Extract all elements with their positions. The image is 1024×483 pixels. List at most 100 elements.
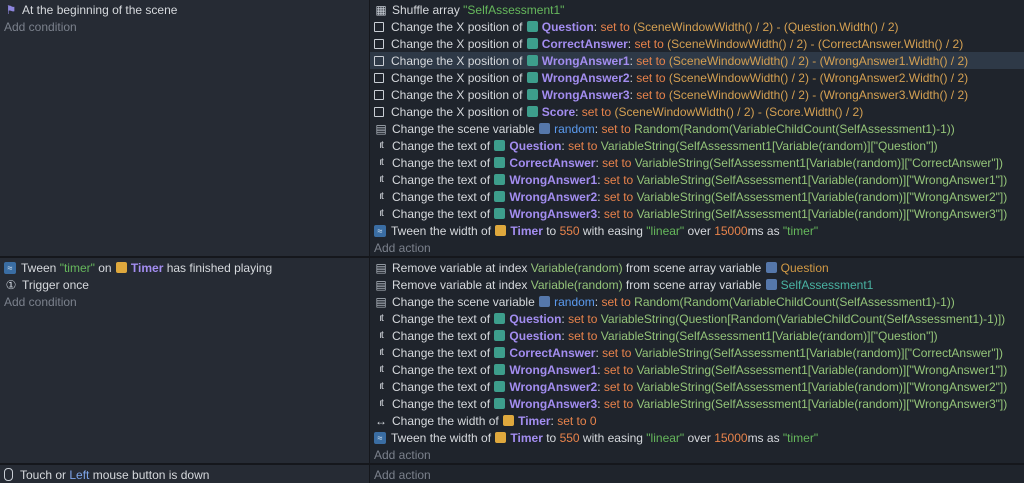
tween-icon: ≈ [374, 431, 386, 444]
action-set-timer-width-0[interactable]: ↔ Change the width of Timer: set to 0 [370, 412, 1024, 429]
text-segment: 15000 [714, 430, 748, 445]
text-segment: set to [602, 155, 635, 170]
text-segment: Tween [21, 260, 60, 275]
add-action-link[interactable]: Add action [370, 446, 1024, 463]
text-segment: VariableString(Question[Random(VariableC… [600, 311, 1006, 326]
text-segment: WrongAnswer2 [509, 189, 598, 204]
text-segment: set to [636, 70, 669, 85]
tween-icon: ≈ [374, 224, 386, 237]
action-text-question[interactable]: ıt Change the text of Question: set to Va… [370, 327, 1024, 344]
text-segment: : [561, 138, 569, 153]
action-text-wronganswer2[interactable]: ıt Change the text of WrongAnswer2: set t… [370, 188, 1024, 205]
text-segment: set to [603, 206, 637, 221]
action-x-wronganswer2[interactable]: Change the X position of WrongAnswer2: s… [370, 69, 1024, 86]
add-action-link[interactable]: Add action [370, 239, 1024, 256]
text-segment: Change the scene variable [392, 121, 539, 136]
text-segment: Trigger once [22, 277, 89, 292]
text-segment: : [593, 19, 601, 34]
text-segment: Timer [510, 430, 543, 445]
text-segment: Change the X position of [391, 70, 526, 85]
action-x-score[interactable]: Change the X position of Score: set to (… [370, 103, 1024, 120]
action-text-question-from-question-array[interactable]: ıt Change the text of Question: set to Va… [370, 310, 1024, 327]
condition-tween-finished[interactable]: ≈ Tween "timer" on Timer has finished pla… [0, 259, 369, 276]
action-x-wronganswer3[interactable]: Change the X position of WrongAnswer3: s… [370, 86, 1024, 103]
text-segment: from scene array variable [622, 260, 765, 275]
action-text-wronganswer3[interactable]: ıt Change the text of WrongAnswer3: set t… [370, 205, 1024, 222]
action-text-correctanswer[interactable]: ıt Change the text of CorrectAnswer: set … [370, 154, 1024, 171]
text-object-icon [526, 55, 538, 66]
text-segment: : [594, 294, 602, 309]
width-icon: ↔ [375, 413, 387, 428]
text-segment: Timer [130, 260, 164, 275]
change-text-icon: ıt [379, 207, 384, 219]
text-segment: Random(Random(VariableChildCount(SelfAss… [634, 121, 955, 136]
change-text-icon: ıt [379, 312, 384, 324]
action-x-wronganswer1[interactable]: Change the X position of WrongAnswer1: s… [370, 52, 1024, 69]
action-remove-selfassessment1-index[interactable]: ▤ Remove variable at index Variable(rando… [370, 276, 1024, 293]
x-position-icon [374, 38, 384, 49]
text-segment: WrongAnswer3 [509, 396, 598, 411]
text-segment: Change the text of [392, 172, 494, 187]
event-2: ≈ Tween "timer" on Timer has finished pla… [0, 258, 1024, 463]
text-segment: VariableString(SelfAssessment1[Variable(… [636, 396, 1008, 411]
action-set-random[interactable]: ▤ Change the scene variable random: set t… [370, 293, 1024, 310]
change-text-icon: ıt [379, 173, 384, 185]
text-segment: from scene array variable [622, 277, 765, 292]
action-text-correctanswer[interactable]: ıt Change the text of CorrectAnswer: set … [370, 344, 1024, 361]
text-segment: WrongAnswer3 [509, 206, 598, 221]
text-segment: set to [581, 104, 615, 119]
text-segment: Change the X position of [391, 36, 526, 51]
text-object-icon [494, 208, 506, 219]
text-segment: set to [568, 328, 601, 343]
text-segment: CorrectAnswer [509, 345, 596, 360]
action-text-wronganswer2[interactable]: ıt Change the text of WrongAnswer2: set t… [370, 378, 1024, 395]
action-tween-timer-width[interactable]: ≈ Tween the width of Timer to 550 with ea… [370, 429, 1024, 446]
text-segment: WrongAnswer1 [541, 53, 630, 68]
add-condition-link[interactable]: Add condition [0, 18, 369, 35]
condition-trigger-once[interactable]: ① Trigger once [0, 276, 369, 293]
variable-badge-icon [539, 296, 551, 307]
text-segment: : [595, 155, 603, 170]
action-x-correctanswer[interactable]: Change the X position of CorrectAnswer: … [370, 35, 1024, 52]
actions-column: Add action [370, 465, 1024, 483]
action-remove-question-index[interactable]: ▤ Remove variable at index Variable(rando… [370, 259, 1024, 276]
text-segment: Question [509, 311, 562, 326]
text-segment: VariableString(SelfAssessment1[Variable(… [636, 379, 1008, 394]
condition-touch-or-left-mouse-down[interactable]: Touch or Left mouse button is down [0, 466, 369, 483]
text-segment: (SceneWindowWidth() / 2) - (WrongAnswer3… [668, 87, 969, 102]
action-tween-timer-width[interactable]: ≈ Tween the width of Timer to 550 with ea… [370, 222, 1024, 239]
x-position-icon [374, 72, 384, 83]
change-text-icon: ıt [379, 380, 384, 392]
trigger-once-icon: ① [5, 277, 17, 292]
remove-variable-icon: ▤ [375, 260, 387, 275]
text-segment: VariableString(SelfAssessment1[Variable(… [636, 362, 1008, 377]
change-text-icon: ıt [379, 397, 384, 409]
text-segment: Change the text of [392, 379, 494, 394]
action-shuffle-array[interactable]: ▦ Shuffle array "SelfAssessment1" [370, 1, 1024, 18]
text-segment: on [94, 260, 115, 275]
text-segment: Shuffle array [392, 2, 464, 17]
action-text-wronganswer1[interactable]: ıt Change the text of WrongAnswer1: set t… [370, 361, 1024, 378]
conditions-column: Touch or Left mouse button is down [0, 465, 370, 483]
timer-object-icon [115, 262, 127, 273]
text-segment: ms as [747, 223, 783, 238]
actions-column: ▤ Remove variable at index Variable(rando… [370, 258, 1024, 463]
text-segment: Question [509, 328, 562, 343]
condition-at-beginning-of-scene[interactable]: ⚑ At the beginning of the scene [0, 1, 369, 18]
action-text-question[interactable]: ıt Change the text of Question: set to Va… [370, 137, 1024, 154]
text-segment: VariableString(SelfAssessment1[Variable(… [636, 206, 1008, 221]
text-segment: Variable(random) [530, 260, 623, 275]
text-segment: Random(Random(VariableChildCount(SelfAss… [634, 294, 955, 309]
action-set-random[interactable]: ▤ Change the scene variable random: set t… [370, 120, 1024, 137]
text-segment: VariableString(SelfAssessment1[Variable(… [636, 172, 1008, 187]
add-condition-link[interactable]: Add condition [0, 293, 369, 310]
text-segment: 550 [559, 430, 580, 445]
add-action-link[interactable]: Add action [370, 466, 1024, 483]
action-text-wronganswer3[interactable]: ıt Change the text of WrongAnswer3: set t… [370, 395, 1024, 412]
text-segment: : [597, 379, 604, 394]
action-x-question[interactable]: Change the X position of Question: set t… [370, 18, 1024, 35]
text-segment: Change the width of [392, 413, 503, 428]
shuffle-array-icon: ▦ [375, 2, 387, 17]
action-text-wronganswer1[interactable]: ıt Change the text of WrongAnswer1: set t… [370, 171, 1024, 188]
text-segment: : [627, 36, 635, 51]
